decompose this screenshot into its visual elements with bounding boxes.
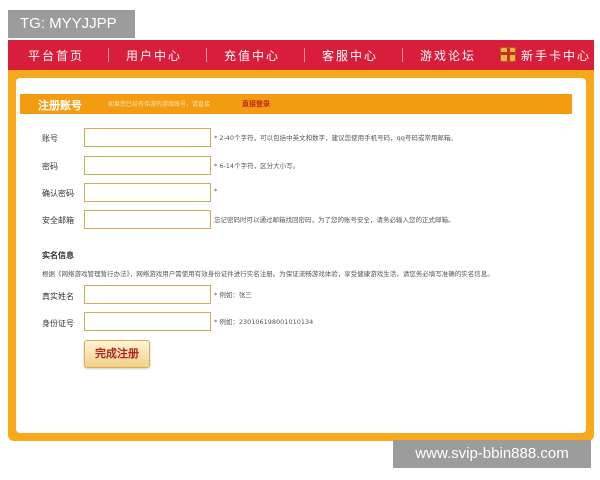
top-nav-bar: 平台首页 用户中心 充值中心 客服中心 游戏论坛 新手卡中心 bbox=[8, 40, 594, 70]
nav-separator bbox=[108, 48, 109, 62]
realname-section-title: 实名信息 bbox=[42, 251, 74, 260]
confirm-password-note: * bbox=[214, 187, 218, 195]
real-name-note: * 例如：张三 bbox=[214, 291, 252, 299]
nav-item-home[interactable]: 平台首页 bbox=[28, 47, 84, 64]
register-section-header: 注册账号 如果您已经有伟游的游戏账号，请直接 直接登录 bbox=[20, 94, 572, 114]
email-input[interactable] bbox=[84, 210, 211, 229]
registration-frame bbox=[8, 70, 594, 441]
nav-item-user-center[interactable]: 用户中心 bbox=[126, 47, 182, 64]
confirm-password-input[interactable] bbox=[84, 183, 211, 202]
account-input[interactable] bbox=[84, 128, 211, 147]
realname-description: 根据《网络游戏管理暂行办法》，网络游戏用户需使用有效身份证件进行实名注册。为保证… bbox=[42, 270, 494, 278]
register-hint: 如果您已经有伟游的游戏账号，请直接 bbox=[108, 101, 211, 108]
email-label: 安全邮箱 bbox=[42, 216, 74, 225]
id-number-note: * 例如：230106198001010134 bbox=[214, 318, 314, 326]
site-watermark: www.svip-bbin888.com bbox=[393, 440, 591, 468]
nav-item-recharge[interactable]: 充值中心 bbox=[224, 47, 280, 64]
real-name-input[interactable] bbox=[84, 285, 211, 304]
nav-item-newbie-card[interactable]: 新手卡中心 bbox=[521, 47, 591, 64]
direct-login-link[interactable]: 直接登录 bbox=[242, 99, 270, 109]
account-label: 账号 bbox=[42, 134, 58, 143]
nav-item-service[interactable]: 客服中心 bbox=[322, 47, 378, 64]
id-number-input[interactable] bbox=[84, 312, 211, 331]
real-name-label: 真实姓名 bbox=[42, 292, 74, 301]
confirm-password-label: 确认密码 bbox=[42, 189, 74, 198]
gift-card-icon bbox=[500, 47, 516, 62]
id-number-label: 身份证号 bbox=[42, 319, 74, 328]
complete-registration-button[interactable]: 完成注册 bbox=[84, 340, 150, 368]
nav-item-forum[interactable]: 游戏论坛 bbox=[420, 47, 476, 64]
nav-separator bbox=[402, 48, 403, 62]
account-note: * 2-40个字符，可以包括中英文和数字，建议您使用手机号码，qq号码或常用邮箱… bbox=[214, 134, 457, 142]
password-input[interactable] bbox=[84, 156, 211, 175]
email-note: 忘记密码时可以通过邮箱找回密码，为了您的账号安全，请务必输入您的正式邮箱。 bbox=[214, 216, 455, 224]
nav-separator bbox=[304, 48, 305, 62]
nav-separator bbox=[206, 48, 207, 62]
register-title: 注册账号 bbox=[38, 99, 82, 112]
password-note: * 6-14个字符，区分大小写。 bbox=[214, 162, 300, 170]
password-label: 密码 bbox=[42, 162, 58, 171]
tg-watermark-badge: TG: MYYJJPP bbox=[8, 10, 135, 38]
